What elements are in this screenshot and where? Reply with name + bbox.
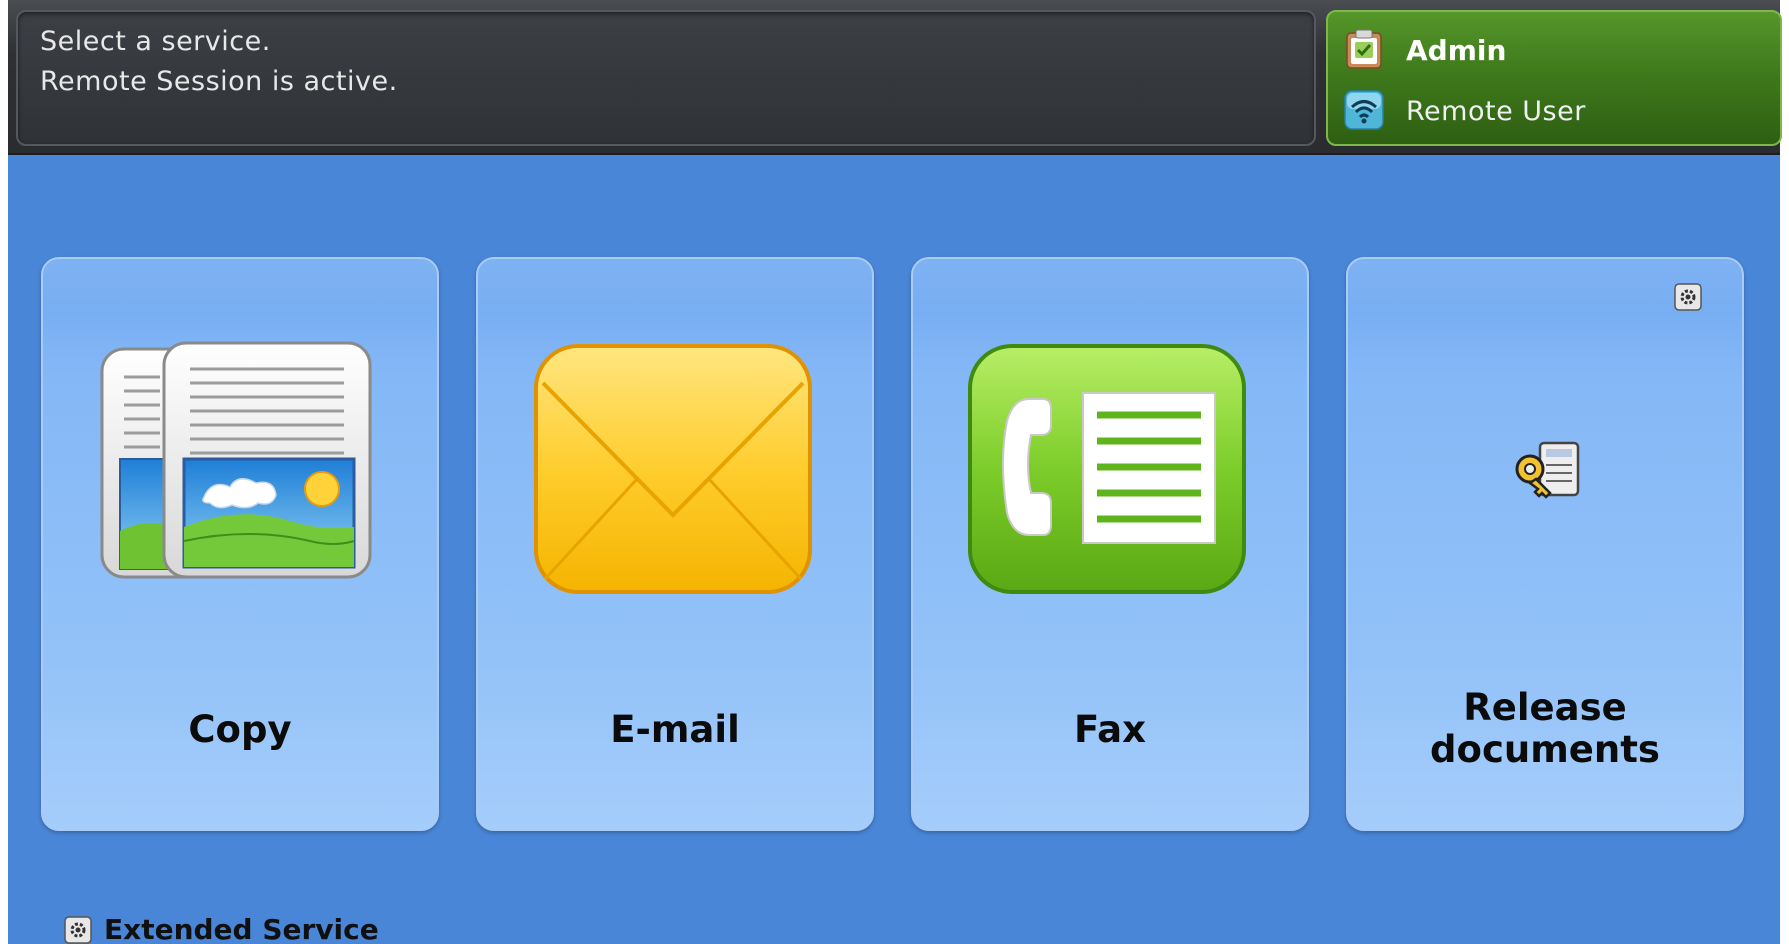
copy-icon [100,341,372,579]
settings-icon[interactable] [1674,283,1702,311]
status-message: Select a service. [40,26,271,57]
release-label-line-2: documents [1430,728,1660,771]
release-documents-service-button[interactable]: Release documents [1346,257,1744,831]
user-panel[interactable]: Admin Remote User [1326,10,1782,146]
key-document-icon [1515,441,1580,499]
session-type-label: Remote User [1406,96,1586,127]
services-panel: Copy E-mail Fax Release documents Extend… [8,155,1780,944]
extended-service-label: Extended Service [104,913,379,944]
release-documents-label: Release documents [1348,687,1742,771]
message-panel: Select a service. Remote Session is acti… [16,10,1316,146]
fax-icon [968,344,1246,594]
user-role-label: Admin [1406,34,1507,67]
email-service-button[interactable]: E-mail [476,257,874,831]
status-bar: Select a service. Remote Session is acti… [8,0,1782,155]
session-message: Remote Session is active. [40,66,398,97]
clipboard-check-icon [1346,29,1382,69]
device-screen: Select a service. Remote Session is acti… [0,0,1789,944]
fax-label: Fax [1074,708,1146,751]
envelope-icon [534,344,812,594]
copy-service-button[interactable]: Copy [41,257,439,831]
email-label: E-mail [610,708,740,751]
fax-service-button[interactable]: Fax [911,257,1309,831]
wifi-icon [1344,90,1384,130]
settings-icon [64,916,92,944]
copy-label: Copy [188,708,292,751]
extended-service-button[interactable]: Extended Service [64,910,379,944]
release-label-line-1: Release [1463,686,1627,729]
